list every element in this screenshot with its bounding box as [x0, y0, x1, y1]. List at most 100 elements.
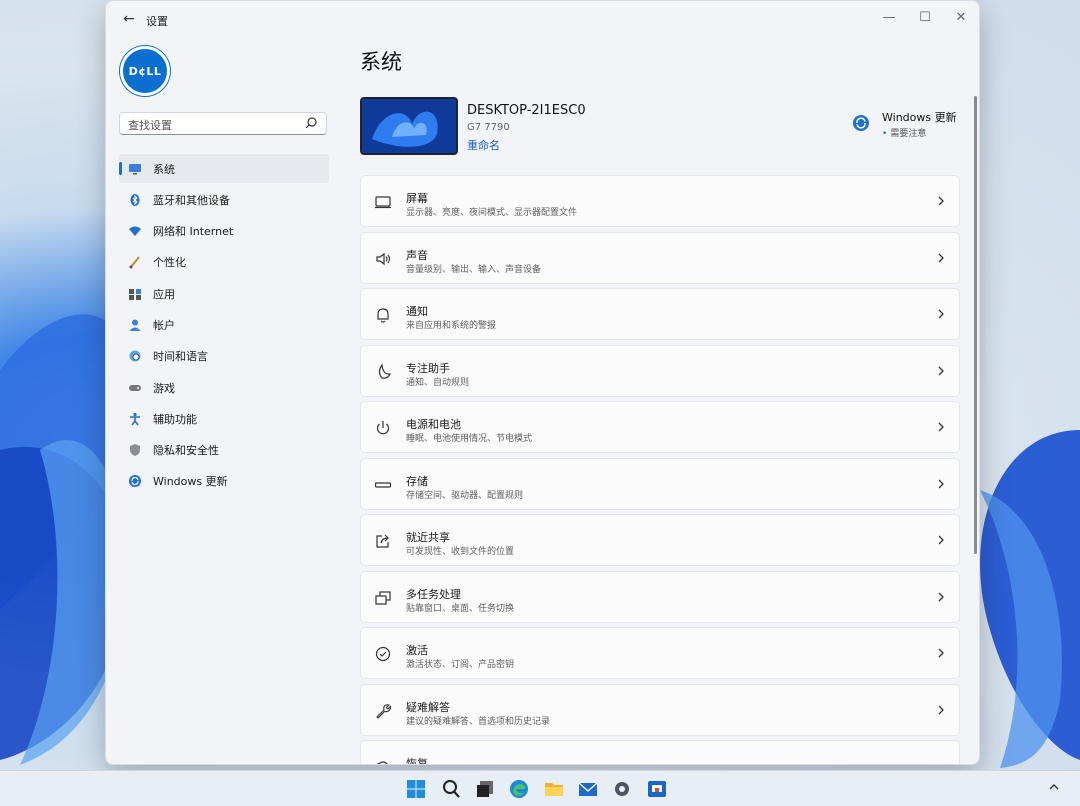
mail-icon[interactable]: [577, 778, 599, 800]
shield-icon: [130, 444, 140, 457]
sidebar-item-time-language[interactable]: 时间和语言: [119, 342, 329, 371]
card-subtitle: 贴靠窗口、桌面、任务切换: [406, 603, 515, 614]
wallpaper-thumbnail-icon: [362, 99, 456, 153]
speaker-icon: [376, 252, 391, 265]
task-view-icon[interactable]: [474, 778, 496, 800]
sidebar-item-accessibility[interactable]: 辅助功能: [119, 404, 329, 433]
active-indicator: [119, 162, 122, 175]
window-title: 设置: [146, 15, 168, 28]
chevron-right-icon: [938, 366, 944, 375]
settings-card-recovery[interactable]: 恢复: [360, 740, 960, 764]
settings-card-sound[interactable]: 声音 音量级别、输出、输入、声音设备: [360, 231, 960, 284]
chevron-right-icon: [938, 592, 944, 601]
card-subtitle: 来自应用和系统的警报: [406, 321, 497, 331]
card-title: 疑难解答: [406, 700, 450, 714]
card-title: 激活: [406, 644, 428, 657]
chevron-right-icon: [938, 479, 944, 488]
status-dot: •: [882, 129, 888, 139]
sidebar-item-label: 游戏: [153, 381, 175, 395]
title-bar: ← 设置 — ☐ ✕: [106, 1, 979, 37]
sidebar-item-accounts[interactable]: 帐户: [119, 310, 329, 339]
settings-card-power[interactable]: 电源和电池 睡眠、电池使用情况、节电模式: [360, 401, 960, 453]
sidebar-item-network[interactable]: 网络和 Internet: [119, 217, 329, 246]
sidebar-item-apps[interactable]: 应用: [119, 279, 329, 308]
settings-card-storage[interactable]: 存储 存储空间、驱动器、配置规则: [360, 457, 960, 510]
chevron-up-icon[interactable]: [1047, 780, 1061, 794]
sidebar-item-gaming[interactable]: 游戏: [119, 373, 329, 402]
search-icon[interactable]: [302, 115, 320, 133]
check-circle-icon: [375, 646, 391, 662]
device-thumbnail: [360, 97, 458, 155]
file-explorer-icon[interactable]: [543, 778, 565, 800]
settings-card-troubleshoot[interactable]: 疑难解答 建议的疑难解答、首选项和历史记录: [360, 683, 960, 736]
windows-update-status: • 需要注意: [882, 126, 926, 139]
settings-card-activation[interactable]: 激活 激活状态、订阅、产品密钥: [360, 627, 960, 679]
settings-card-notifications[interactable]: 通知 来自应用和系统的警报: [360, 288, 960, 340]
settings-icon[interactable]: [611, 778, 633, 800]
chevron-right-icon: [938, 196, 944, 206]
settings-card-nearby-sharing[interactable]: 就近共享 可发现性、收到文件的位置: [360, 514, 960, 566]
card-title: 声音: [406, 248, 428, 262]
store-icon[interactable]: [646, 778, 668, 800]
gamepad-icon: [129, 384, 141, 391]
recovery-icon: [377, 761, 388, 764]
sidebar-item-privacy[interactable]: 隐私和安全性: [119, 436, 329, 465]
scrollbar[interactable]: [974, 96, 977, 554]
search-icon[interactable]: [440, 778, 462, 800]
card-subtitle: 建议的疑难解答、首选项和历史记录: [406, 716, 551, 727]
close-button[interactable]: ✕: [943, 5, 979, 29]
page-title: 系统: [360, 50, 402, 74]
card-subtitle: 存储空间、驱动器、配置规则: [406, 490, 524, 501]
chevron-right-icon: [938, 705, 944, 714]
card-title: 屏幕: [406, 192, 428, 205]
card-subtitle: 音量级别、输出、输入、声音设备: [406, 264, 542, 275]
dell-logo: D¢LL: [120, 46, 170, 96]
windows-update-status-text: 需要注意: [890, 129, 927, 139]
start-icon[interactable]: [405, 778, 427, 800]
sidebar-item-system[interactable]: 系统: [119, 154, 329, 183]
card-title: 多任务处理: [406, 587, 461, 601]
edge-icon[interactable]: [508, 778, 530, 800]
card-subtitle: 通知、自动规则: [406, 377, 470, 388]
chevron-right-icon: [938, 535, 944, 545]
chevron-right-icon: [938, 648, 944, 658]
sidebar-item-label: 网络和 Internet: [153, 225, 234, 239]
sidebar-item-bluetooth[interactable]: 蓝牙和其他设备: [119, 185, 329, 214]
settings-card-focus-assist[interactable]: 专注助手 通知、自动规则: [360, 344, 960, 397]
maximize-button[interactable]: ☐: [907, 5, 943, 29]
brush-icon: [129, 256, 140, 269]
settings-card-multitasking[interactable]: 多任务处理 贴靠窗口、桌面、任务切换: [360, 570, 960, 623]
settings-card-display[interactable]: 屏幕 显示器、亮度、夜间模式、显示器配置文件: [360, 175, 960, 227]
windows-update-title[interactable]: Windows 更新: [882, 109, 957, 125]
bell-icon: [377, 308, 389, 323]
rename-link[interactable]: 重命名: [467, 137, 500, 153]
back-arrow-icon[interactable]: ←: [118, 9, 140, 29]
sidebar-item-label: Windows 更新: [153, 475, 228, 489]
display-icon: [375, 196, 391, 209]
wifi-icon: [129, 226, 141, 237]
windows-update-icon[interactable]: [851, 113, 871, 133]
card-title: 就近共享: [406, 531, 450, 544]
sidebar-item-label: 隐私和安全性: [153, 444, 219, 458]
globe-clock-icon: [129, 350, 141, 362]
card-title: 电源和电池: [406, 418, 461, 431]
share-icon: [376, 534, 389, 548]
power-icon: [376, 421, 390, 435]
search-input[interactable]: 查找设置: [119, 112, 327, 135]
sidebar-item-label: 应用: [153, 287, 175, 301]
sidebar-item-label: 个性化: [153, 256, 186, 270]
bluetooth-icon: [130, 193, 140, 206]
minimize-button[interactable]: —: [871, 5, 907, 29]
storage-icon: [374, 481, 392, 488]
card-subtitle: 激活状态、订阅、产品密钥: [406, 660, 515, 670]
sidebar-item-windows-update[interactable]: Windows 更新: [119, 467, 329, 496]
card-title: 专注助手: [406, 361, 450, 375]
card-subtitle: 睡眠、电池使用情况、节电模式: [406, 434, 533, 444]
multitask-icon: [375, 590, 391, 605]
sidebar-item-personalization[interactable]: 个性化: [119, 248, 329, 277]
monitor-icon: [129, 163, 141, 174]
sidebar-nav: 系统 蓝牙和其他设备 网络和 Internet 个性化 应用 帐户 时间和语言: [119, 154, 329, 498]
settings-window: ← 设置 — ☐ ✕ D¢LL 查找设置 系统 蓝牙和其他设备 网络和 Inte…: [105, 0, 980, 765]
apps-icon: [129, 288, 141, 300]
device-name: DESKTOP-2I1ESC0: [467, 103, 586, 118]
